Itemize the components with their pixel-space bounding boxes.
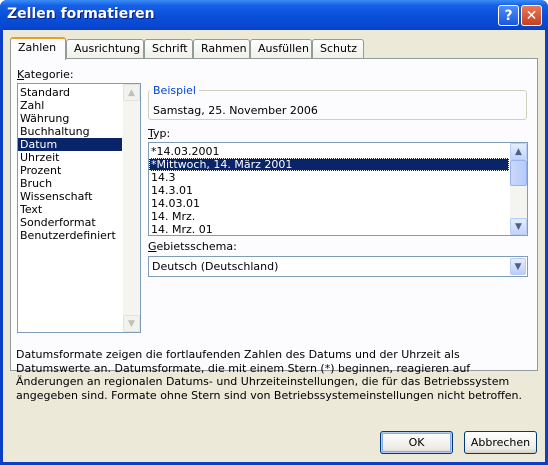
locale-select[interactable]: Deutsch (Deutschland) ▼	[148, 256, 528, 277]
tab-ausfuellen[interactable]: Ausfüllen	[250, 39, 312, 59]
scroll-down-icon: ▼	[128, 318, 135, 329]
type-scroll-thumb[interactable]	[510, 160, 527, 186]
sample-title: Beispiel	[150, 84, 199, 97]
category-item-sonderformat[interactable]: Sonderformat	[18, 216, 140, 229]
format-description: Datumsformate zeigen die fortlaufenden Z…	[16, 348, 523, 402]
tab-rahmen[interactable]: Rahmen	[193, 39, 250, 59]
tab-schutz[interactable]: Schutz	[312, 39, 364, 59]
type-item-selected[interactable]: *Mittwoch, 14. März 2001	[149, 158, 509, 171]
category-item-benutzerdefiniert[interactable]: Benutzerdefiniert	[18, 229, 140, 242]
type-listbox[interactable]: *14.03.2001 *Mittwoch, 14. März 2001 14.…	[148, 142, 528, 236]
type-item[interactable]: 14. Mrz.	[149, 210, 527, 223]
category-item-text[interactable]: Text	[18, 203, 140, 216]
category-scroll-down-button[interactable]: ▼	[123, 315, 140, 332]
type-scroll-down-button[interactable]: ▼	[510, 218, 527, 235]
scroll-up-icon: ▲	[128, 87, 135, 98]
help-button[interactable]: ?	[498, 5, 519, 26]
category-item-uhrzeit[interactable]: Uhrzeit	[18, 151, 140, 164]
locale-value: Deutsch (Deutschland)	[152, 260, 279, 273]
category-item-prozent[interactable]: Prozent	[18, 164, 140, 177]
type-item[interactable]: 14.03.01	[149, 197, 527, 210]
tab-ausrichtung[interactable]: Ausrichtung	[66, 39, 144, 59]
category-item-wissenschaft[interactable]: Wissenschaft	[18, 190, 140, 203]
category-scrollbar[interactable]: ▲ ▼	[123, 84, 140, 332]
category-listbox[interactable]: Standard Zahl Währung Buchhaltung Datum …	[17, 83, 141, 333]
category-item-buchhaltung[interactable]: Buchhaltung	[18, 125, 140, 138]
dialog-title: Zellen formatieren	[7, 6, 155, 22]
scroll-up-icon: ▲	[515, 146, 522, 157]
tab-zahlen[interactable]: Zahlen	[10, 37, 66, 60]
type-item[interactable]: 14.3.01	[149, 184, 527, 197]
category-scroll-up-button[interactable]: ▲	[123, 84, 140, 101]
locale-label: Gebietsschema:	[148, 240, 237, 253]
sample-value: Samstag, 25. November 2006	[153, 104, 318, 117]
type-item[interactable]: 14. Mrz. 01	[149, 223, 527, 235]
help-icon: ?	[504, 7, 513, 24]
type-item[interactable]: *14.03.2001	[149, 145, 527, 158]
ok-button[interactable]: OK	[380, 431, 453, 454]
category-item-bruch[interactable]: Bruch	[18, 177, 140, 190]
dialog-window: Zellen formatieren ? ✕ Zahlen Ausrichtun…	[0, 0, 548, 465]
title-bar[interactable]: Zellen formatieren ? ✕	[0, 0, 548, 30]
close-icon: ✕	[525, 7, 538, 24]
category-label: Kategorie:	[17, 68, 74, 81]
type-item[interactable]: 14.3	[149, 171, 527, 184]
close-button[interactable]: ✕	[521, 5, 542, 26]
type-scroll-up-button[interactable]: ▲	[510, 143, 527, 160]
type-scrollbar[interactable]: ▲ ▼	[510, 143, 527, 235]
category-item-waehrung[interactable]: Währung	[18, 112, 140, 125]
tab-schrift[interactable]: Schrift	[144, 39, 193, 59]
cancel-button[interactable]: Abbrechen	[464, 431, 537, 454]
type-label: Typ:	[148, 127, 171, 140]
chevron-down-icon: ▼	[514, 261, 522, 272]
category-item-zahl[interactable]: Zahl	[18, 99, 140, 112]
dialog-client-area: Zahlen Ausrichtung Schrift Rahmen Ausfül…	[3, 30, 545, 462]
scroll-down-icon: ▼	[515, 221, 522, 232]
category-item-datum[interactable]: Datum	[18, 138, 122, 151]
category-item-standard[interactable]: Standard	[18, 86, 140, 99]
locale-dropdown-button[interactable]: ▼	[510, 258, 526, 275]
